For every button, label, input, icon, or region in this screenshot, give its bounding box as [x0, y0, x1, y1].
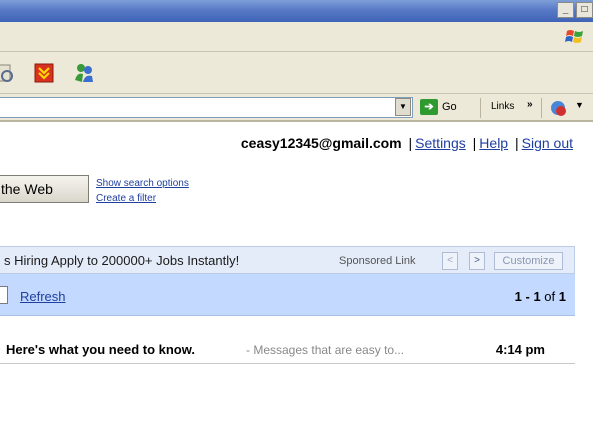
maximize-button[interactable]: □: [576, 2, 593, 18]
browser-toolbar: [0, 52, 593, 94]
search-web-button[interactable]: the Web: [0, 175, 89, 203]
go-button[interactable]: Go: [442, 101, 457, 113]
inbox-action-bar: Refresh 1 - 1 of 1: [0, 274, 575, 316]
address-dropdown-button[interactable]: ▼: [395, 98, 411, 116]
toolbar-icon-1[interactable]: [0, 62, 16, 84]
toolbar-separator: [541, 98, 542, 118]
window-controls: _ □: [557, 2, 593, 18]
separator: |: [472, 135, 477, 151]
settings-link[interactable]: Settings: [415, 135, 466, 151]
ie-page-icon[interactable]: [548, 98, 568, 118]
sponsored-ad-bar: s Hiring Apply to 200000+ Jobs Instantly…: [0, 246, 575, 274]
ad-prev-button[interactable]: <: [442, 252, 458, 270]
show-search-options-link[interactable]: Show search options: [96, 176, 189, 191]
links-chevron-icon[interactable]: »: [527, 99, 533, 110]
messenger-icon[interactable]: [73, 62, 95, 84]
ad-text-link[interactable]: s Hiring Apply to 200000+ Jobs Instantly…: [4, 253, 239, 268]
separator: |: [514, 135, 519, 151]
window-titlebar: _ □: [0, 0, 593, 22]
address-bar-row: ▼ ➔ Go Links » ▼: [0, 94, 593, 122]
sign-out-link[interactable]: Sign out: [522, 135, 573, 151]
go-arrow-icon[interactable]: ➔: [420, 99, 438, 115]
count-range: 1 - 1: [514, 289, 541, 304]
count-total: 1: [558, 289, 566, 304]
ad-next-button[interactable]: >: [469, 252, 485, 270]
search-links: Show search options Create a filter: [96, 176, 189, 206]
message-count: 1 - 1 of 1: [515, 289, 566, 304]
count-of-label: of: [544, 289, 556, 304]
separator: |: [408, 135, 413, 151]
message-time: 4:14 pm: [495, 342, 545, 357]
message-snippet: - Messages that are easy to...: [246, 343, 405, 357]
windows-logo-icon: [565, 30, 583, 43]
user-email: ceasy12345@gmail.com: [240, 135, 402, 151]
account-bar: ceasy12345@gmail.com | Settings | Help | Si…: [241, 135, 573, 151]
sponsored-link-label: Sponsored Link: [339, 255, 416, 267]
refresh-link[interactable]: Refresh: [20, 289, 66, 304]
customize-button[interactable]: Customize: [494, 252, 563, 270]
links-toolbar[interactable]: Links: [491, 101, 514, 112]
download-icon[interactable]: [33, 62, 55, 84]
address-input[interactable]: [0, 97, 413, 118]
menu-bar: [0, 22, 593, 52]
gmail-page: ceasy12345@gmail.com | Settings | Help | Si…: [0, 124, 593, 432]
message-subject: Here's what you need to know.: [6, 342, 195, 357]
help-link[interactable]: Help: [479, 135, 508, 151]
table-row[interactable]: Here's what you need to know. - Messages…: [0, 338, 575, 364]
chevron-down-icon[interactable]: ▼: [575, 100, 584, 110]
toolbar-separator: [480, 98, 481, 118]
create-filter-link[interactable]: Create a filter: [96, 191, 189, 206]
minimize-button[interactable]: _: [557, 2, 574, 18]
select-dropdown[interactable]: [0, 286, 8, 304]
